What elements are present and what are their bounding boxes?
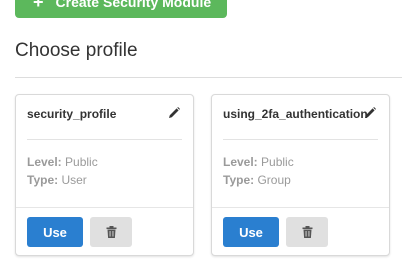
trash-icon bbox=[106, 226, 116, 238]
card-divider bbox=[223, 139, 378, 140]
type-value: User bbox=[61, 173, 87, 187]
level-value: Public bbox=[261, 155, 294, 169]
delete-button[interactable] bbox=[90, 217, 132, 247]
profile-level: Level: Public bbox=[223, 155, 294, 169]
delete-button[interactable] bbox=[286, 217, 328, 247]
type-value: Group bbox=[257, 173, 291, 187]
profile-type: Type: User bbox=[27, 173, 87, 187]
card-footer-divider bbox=[16, 207, 193, 208]
pencil-icon[interactable] bbox=[363, 106, 377, 120]
level-label: Level: bbox=[223, 155, 258, 169]
card-footer-divider bbox=[212, 207, 389, 208]
plus-icon: + bbox=[33, 0, 44, 12]
type-label: Type: bbox=[27, 173, 59, 187]
profile-card: security_profile Level: Public Type: Use… bbox=[15, 94, 194, 256]
pencil-icon[interactable] bbox=[167, 106, 181, 120]
level-label: Level: bbox=[27, 155, 62, 169]
profile-type: Type: Group bbox=[223, 173, 291, 187]
profile-level: Level: Public bbox=[27, 155, 98, 169]
section-divider bbox=[15, 77, 402, 78]
profile-name: security_profile bbox=[27, 107, 117, 121]
use-button[interactable]: Use bbox=[223, 217, 279, 247]
level-value: Public bbox=[65, 155, 98, 169]
profile-name: using_2fa_authentication bbox=[223, 107, 368, 121]
type-label: Type: bbox=[223, 173, 255, 187]
trash-icon bbox=[302, 226, 312, 238]
page-title: Choose profile bbox=[15, 40, 138, 61]
profile-card: using_2fa_authentication Level: Public T… bbox=[211, 94, 390, 256]
use-button[interactable]: Use bbox=[27, 217, 83, 247]
create-button-label: Create Security Module bbox=[55, 0, 212, 10]
create-security-module-button[interactable]: + Create Security Module bbox=[15, 0, 227, 18]
card-divider bbox=[27, 139, 182, 140]
